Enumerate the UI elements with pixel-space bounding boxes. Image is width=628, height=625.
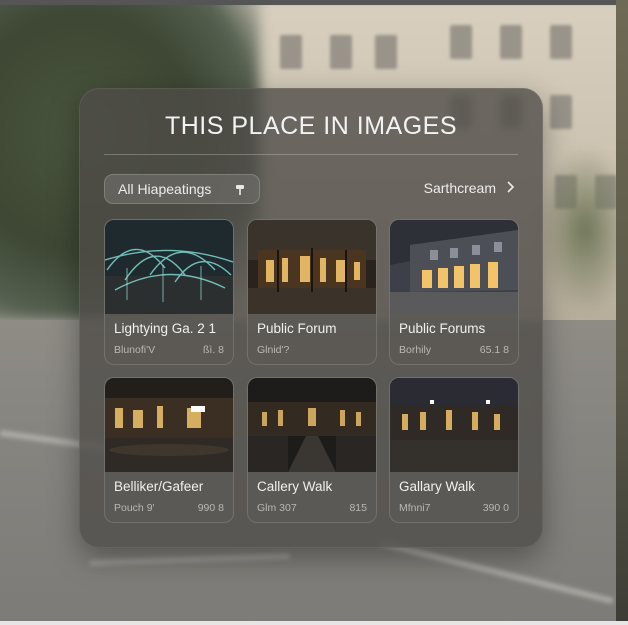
window-frame-bottom bbox=[0, 621, 628, 625]
category-filter-dropdown[interactable]: All Hiapeatings bbox=[104, 174, 260, 204]
image-thumbnail bbox=[105, 220, 233, 314]
panel-title: THIS PLACE IN IMAGES bbox=[164, 112, 457, 140]
image-thumbnail bbox=[105, 378, 233, 472]
card-title: Gallary Walk bbox=[399, 479, 476, 494]
card-title: Public Forums bbox=[399, 321, 486, 336]
card-meta: 390 0 bbox=[482, 502, 509, 514]
blurred-tree bbox=[540, 150, 628, 310]
card-meta: 65.1 8 bbox=[479, 344, 509, 356]
search-link[interactable]: Sarthcream bbox=[424, 180, 515, 196]
place-images-panel: THIS PLACE IN IMAGES All Hiapeatings Sar… bbox=[79, 88, 543, 548]
card-subtitle: Glnid'? bbox=[257, 344, 290, 356]
window-frame-right bbox=[616, 0, 628, 625]
card-subtitle: Glm 307 bbox=[257, 502, 297, 514]
image-card[interactable]: Gallary Walk Mfnni7 390 0 bbox=[389, 377, 519, 523]
pin-icon bbox=[234, 183, 246, 195]
image-card[interactable]: Callery Walk Glm 307 815 bbox=[247, 377, 377, 523]
card-title: Belliker/Gafeer bbox=[114, 479, 204, 494]
card-title: Lightying Ga. 2 1 bbox=[114, 321, 217, 336]
card-meta: 990 8 bbox=[197, 502, 224, 514]
image-thumbnail bbox=[390, 220, 518, 314]
image-card[interactable]: Lightying Ga. 2 1 Blunofi'V ßì. 8 bbox=[104, 219, 234, 365]
search-link-label: Sarthcream bbox=[423, 180, 496, 196]
filter-label: All Hiapeatings bbox=[118, 181, 212, 197]
image-card[interactable]: Belliker/Gafeer Pouch 9' 990 8 bbox=[104, 377, 234, 523]
card-subtitle: Pouch 9' bbox=[114, 502, 155, 514]
card-title: Callery Walk bbox=[257, 479, 333, 494]
card-subtitle: Borhily bbox=[399, 344, 432, 356]
window-frame-top bbox=[0, 0, 628, 5]
card-title: Public Forum bbox=[257, 321, 337, 336]
image-thumbnail bbox=[248, 378, 376, 472]
image-card[interactable]: Public Forums Borhily 65.1 8 bbox=[389, 219, 519, 365]
card-meta: 815 bbox=[349, 502, 367, 514]
title-divider bbox=[104, 154, 518, 155]
image-thumbnail bbox=[248, 220, 376, 314]
card-subtitle: Blunofi'V bbox=[114, 344, 156, 356]
image-thumbnail bbox=[390, 378, 518, 472]
card-meta: ßì. 8 bbox=[202, 344, 224, 356]
chevron-right-icon bbox=[506, 180, 515, 196]
card-subtitle: Mfnni7 bbox=[399, 502, 431, 514]
image-card[interactable]: Public Forum Glnid'? bbox=[247, 219, 377, 365]
